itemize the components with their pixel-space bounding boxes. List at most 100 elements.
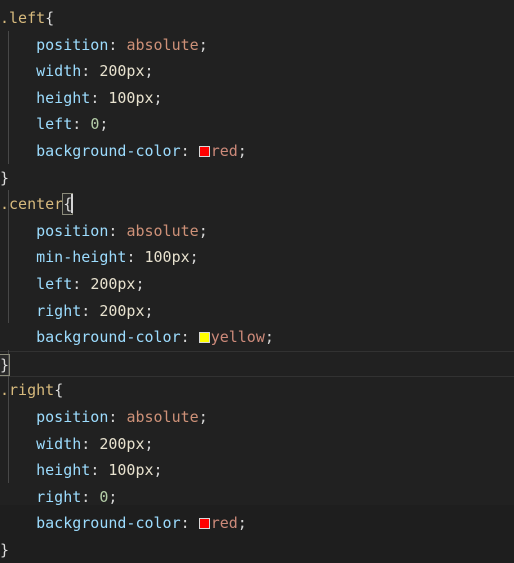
close-brace-matched: } xyxy=(0,353,11,376)
css-color-value: red xyxy=(210,141,238,160)
open-brace: { xyxy=(54,381,64,400)
semicolon: ; xyxy=(237,141,247,160)
semicolon: ; xyxy=(135,274,145,293)
code-line[interactable]: } xyxy=(0,165,514,192)
css-value: 200px xyxy=(99,62,145,81)
colon: : xyxy=(180,141,199,160)
semicolon: ; xyxy=(198,35,208,54)
close-brace: } xyxy=(0,168,10,187)
code-line[interactable]: } xyxy=(0,537,514,563)
css-property: position xyxy=(36,221,109,240)
semicolon: ; xyxy=(189,248,199,267)
code-line[interactable]: height: 100px; xyxy=(0,85,514,112)
css-value: 0 xyxy=(90,115,100,134)
code-line[interactable]: position: absolute; xyxy=(0,32,514,59)
css-selector: .center xyxy=(0,195,64,214)
code-line[interactable]: .left{ xyxy=(0,5,514,32)
css-property: background-color xyxy=(36,141,181,160)
css-property: height xyxy=(36,461,91,480)
close-brace: } xyxy=(0,540,10,559)
colon: : xyxy=(126,248,145,267)
semicolon: ; xyxy=(198,407,208,426)
colon: : xyxy=(180,514,199,533)
css-property: right xyxy=(36,301,82,320)
css-property: position xyxy=(36,35,109,54)
colon: : xyxy=(108,35,127,54)
css-property: width xyxy=(36,62,82,81)
color-swatch-red[interactable] xyxy=(198,145,210,157)
code-line[interactable]: .right{ xyxy=(0,377,514,404)
code-line[interactable]: left: 200px; xyxy=(0,271,514,298)
css-property: min-height xyxy=(36,248,127,267)
semicolon: ; xyxy=(264,328,274,347)
colon: : xyxy=(180,328,199,347)
colon: : xyxy=(108,221,127,240)
code-line[interactable]: height: 100px; xyxy=(0,457,514,484)
code-line[interactable]: background-color: red; xyxy=(0,138,514,165)
semicolon: ; xyxy=(153,461,163,480)
css-selector: .left xyxy=(0,9,46,27)
color-swatch-yellow[interactable] xyxy=(198,332,210,344)
css-property: background-color xyxy=(36,328,181,347)
colon: : xyxy=(81,62,100,81)
css-value: absolute xyxy=(126,35,199,54)
code-line[interactable]: background-color: red; xyxy=(0,510,514,537)
css-property: background-color xyxy=(36,514,181,533)
css-value: absolute xyxy=(126,221,199,240)
semicolon: ; xyxy=(198,221,208,240)
code-line[interactable]: right: 200px; xyxy=(0,298,514,325)
semicolon: ; xyxy=(144,301,154,320)
css-color-value: red xyxy=(210,514,238,533)
code-line[interactable]: width: 200px; xyxy=(0,431,514,458)
css-value: 100px xyxy=(108,88,154,107)
css-property: height xyxy=(36,88,91,107)
code-line[interactable]: width: 200px; xyxy=(0,58,514,85)
semicolon: ; xyxy=(237,514,247,533)
colon: : xyxy=(108,407,127,426)
code-line[interactable]: background-color: yellow; xyxy=(0,324,514,351)
css-value: 200px xyxy=(99,434,145,453)
code-line-active[interactable]: } xyxy=(0,350,514,378)
code-line[interactable]: left: 0; xyxy=(0,111,514,138)
semicolon: ; xyxy=(108,487,118,506)
code-line[interactable]: min-height: 100px; xyxy=(0,244,514,271)
css-property: left xyxy=(36,115,73,134)
code-line[interactable]: position: absolute; xyxy=(0,218,514,245)
text-caret xyxy=(71,194,74,214)
code-editor[interactable]: .left{ position: absolute; width: 200px;… xyxy=(0,0,514,559)
colon: : xyxy=(90,461,109,480)
css-value: 200px xyxy=(99,301,145,320)
colon: : xyxy=(81,434,100,453)
semicolon: ; xyxy=(144,434,154,453)
css-property: left xyxy=(36,274,73,293)
colon: : xyxy=(90,88,109,107)
css-property: width xyxy=(36,434,82,453)
css-property: position xyxy=(36,407,109,426)
code-line[interactable]: right: 0; xyxy=(0,484,514,511)
open-brace: { xyxy=(45,9,55,27)
color-swatch-red[interactable] xyxy=(198,518,210,530)
css-value: 200px xyxy=(90,274,136,293)
semicolon: ; xyxy=(144,62,154,81)
css-value: 100px xyxy=(108,461,154,480)
colon: : xyxy=(72,115,91,134)
css-value: 100px xyxy=(144,248,190,267)
css-property: right xyxy=(36,487,82,506)
code-line[interactable]: .center{ xyxy=(0,191,514,218)
css-selector: .right xyxy=(0,381,55,400)
colon: : xyxy=(72,274,91,293)
code-line[interactable]: position: absolute; xyxy=(0,404,514,431)
